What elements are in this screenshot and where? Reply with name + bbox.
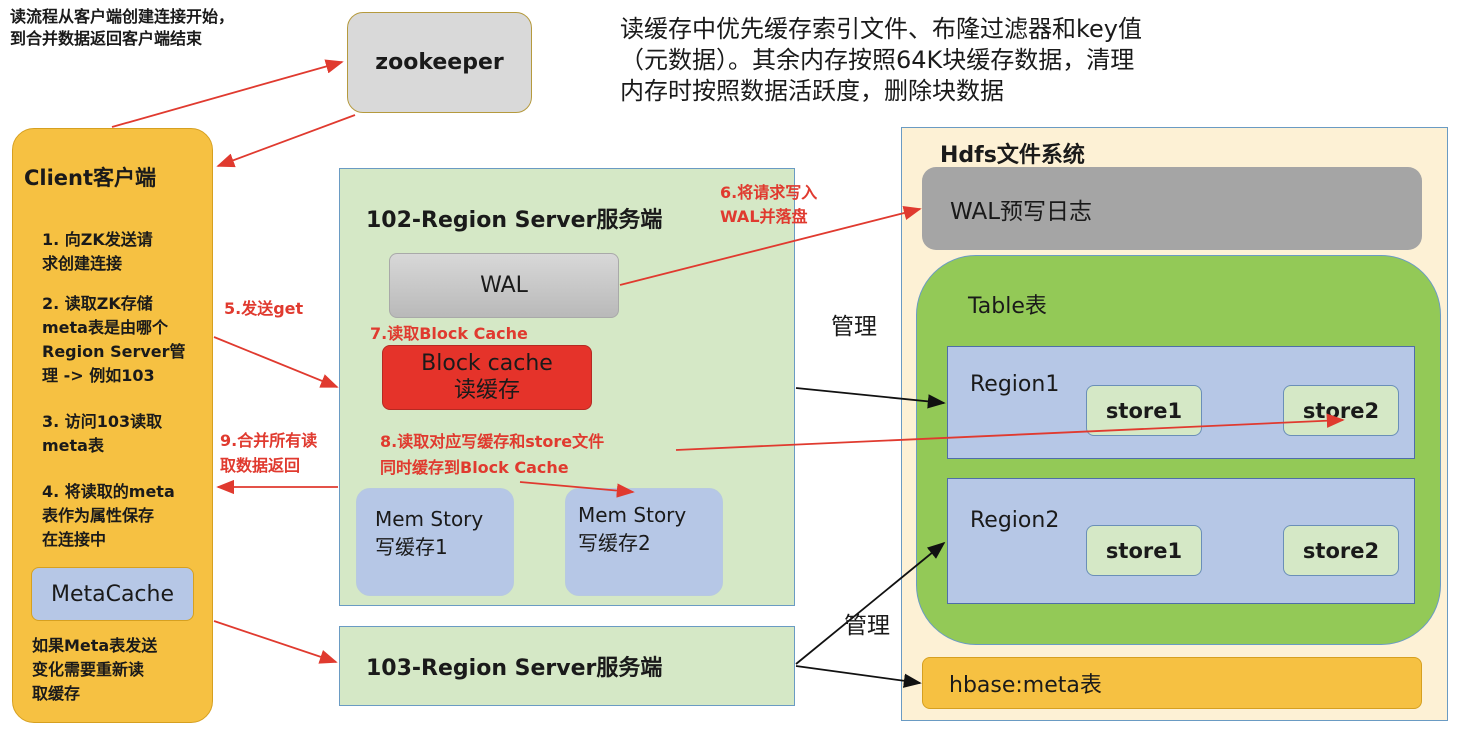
region2-store2-label: store2 (1302, 538, 1380, 563)
region2-store1-label: store1 (1105, 538, 1183, 563)
memstore-2: Mem Story 写缓存2 (565, 488, 723, 596)
note-read-cache: 读缓存中优先缓存索引文件、布隆过滤器和key值 （元数据）。其余内存按照64K块… (620, 15, 1143, 105)
zookeeper-node: zookeeper (347, 12, 532, 113)
region1-store1: store1 (1086, 385, 1202, 436)
rs102-wal-box: WAL (389, 253, 619, 318)
region-server-103: 103-Region Server服务端 (339, 626, 795, 706)
block-cache-label: Block cache (421, 351, 553, 376)
annotation-step6: 6.将请求写入 WAL并落盘 (720, 183, 818, 226)
arrow-send-get (213, 336, 339, 388)
client-step-2: 2. 读取ZK存储 meta表是由哪个 Region Server管 理 -> … (42, 294, 186, 385)
table-label: Table表 (968, 294, 1047, 319)
annotation-step8: 8.读取对应写缓存和store文件 同时缓存到Block Cache (380, 432, 605, 477)
client-step-4: 4. 将读取的meta 表作为属性保存 在连接中 (42, 482, 175, 549)
rs102-wal-label: WAL (480, 273, 528, 298)
region1-label: Region1 (970, 372, 1060, 397)
client-step-3: 3. 访问103读取 meta表 (42, 412, 163, 455)
block-cache-sublabel: 读缓存 (453, 378, 520, 403)
arrow-metacache-to-103 (213, 620, 338, 664)
client-step-1: 1. 向ZK发送请 求创建连接 (42, 230, 153, 273)
memstore-1-label: Mem Story 写缓存1 (375, 507, 484, 559)
arrow-zk-to-client (216, 114, 356, 168)
annotation-step9: 9.合并所有读 取数据返回 (220, 431, 318, 475)
region1-store1-label: store1 (1105, 398, 1183, 423)
region2-store1: store1 (1086, 525, 1202, 576)
annotation-step5: 5.发送get (224, 299, 304, 318)
region2-store2: store2 (1283, 525, 1399, 576)
hdfs-title: Hdfs文件系统 (940, 143, 1085, 168)
arrow-client-to-zk (111, 59, 344, 128)
meta-table-box: hbase:meta表 (922, 657, 1422, 709)
note-read-flow: 读流程从客户端创建连接开始， 到合并数据返回客户端结束 (10, 7, 235, 48)
region1-store2-label: store2 (1302, 398, 1380, 423)
client-title: Client客户端 (24, 166, 157, 190)
block-cache-box: Block cache 读缓存 (382, 345, 592, 410)
wal-log-box: WAL预写日志 (922, 167, 1422, 250)
annotation-manage-1: 管理 (831, 314, 877, 340)
memstore-2-label: Mem Story 写缓存2 (578, 503, 687, 555)
metacache-label: MetaCache (50, 581, 175, 607)
metacache-box: MetaCache (31, 567, 194, 621)
rs102-title: 102-Region Server服务端 (366, 208, 663, 233)
client-footer-note: 如果Meta表发送 变化需要重新读 取缓存 (32, 636, 158, 703)
memstore-1: Mem Story 写缓存1 (356, 488, 514, 596)
region1-store2: store2 (1283, 385, 1399, 436)
wal-log-label: WAL预写日志 (950, 198, 1093, 225)
annotation-manage-2: 管理 (844, 613, 890, 639)
region2-label: Region2 (970, 508, 1060, 533)
zookeeper-label: zookeeper (375, 50, 504, 75)
meta-table-label: hbase:meta表 (949, 673, 1102, 698)
annotation-step7: 7.读取Block Cache (370, 324, 528, 343)
rs103-title: 103-Region Server服务端 (366, 656, 663, 681)
